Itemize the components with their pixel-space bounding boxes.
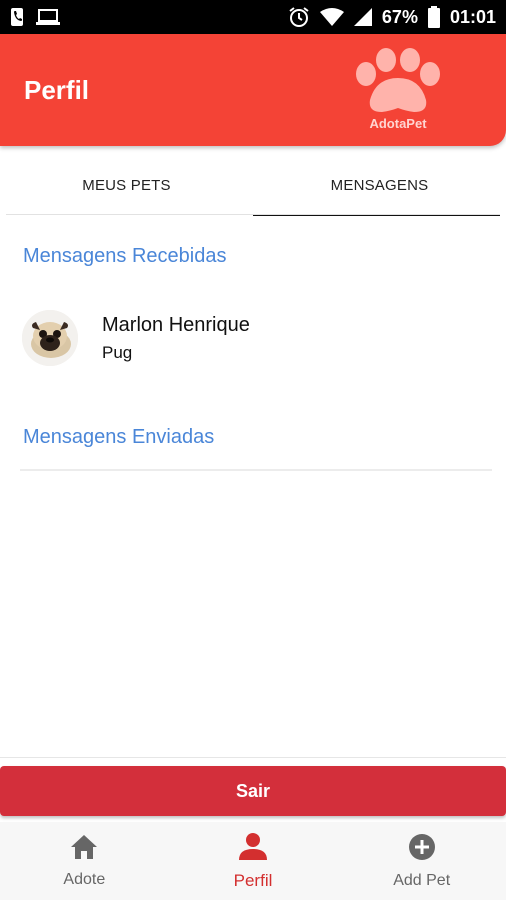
nav-label-perfil: Perfil [233,870,273,890]
page-title: Perfil [24,74,90,105]
sender-name: Marlon Henrique [102,313,250,336]
content-divider [0,757,506,758]
status-bar: 67% 01:01 [0,0,506,34]
wifi-icon [319,7,344,27]
sent-messages-title[interactable]: Mensagens Enviadas [23,426,214,449]
bottom-nav: Adote Perfil Add Pet [0,822,506,900]
alarm-icon [288,6,310,28]
signal-icon [353,8,372,26]
home-icon [70,834,98,865]
received-messages-title[interactable]: Mensagens Recebidas [23,245,226,268]
nav-item-adote[interactable]: Adote [0,822,169,900]
clock: 01:01 [449,6,496,27]
nav-label-add-pet: Add Pet [393,871,451,889]
nav-item-perfil[interactable]: Perfil [169,822,338,900]
nav-label-adote: Adote [63,870,106,888]
battery-icon [427,6,440,28]
tab-meus-pets[interactable]: MEUS PETS [0,154,253,216]
adotapet-logo: AdotaPet [350,48,446,134]
battery-percent: 67% [381,6,418,27]
tab-mensagens[interactable]: MENSAGENS [253,154,506,216]
logout-button[interactable]: Sair [0,766,506,816]
logo-text: AdotaPet [369,116,427,131]
nav-item-add-pet[interactable]: Add Pet [337,822,506,900]
phone-icon [10,7,24,27]
laptop-icon [36,8,60,26]
tabs-divider [6,214,500,215]
tab-bar: MEUS PETS MENSAGENS [0,154,506,216]
paw-icon [356,48,440,112]
sent-divider [20,469,492,471]
message-item[interactable]: Marlon Henrique Pug [22,306,492,370]
person-icon [239,832,267,865]
pug-avatar [22,310,78,366]
app-header: Perfil AdotaPet [0,34,506,146]
add-circle-icon [408,833,436,866]
pet-breed: Pug [102,342,133,362]
